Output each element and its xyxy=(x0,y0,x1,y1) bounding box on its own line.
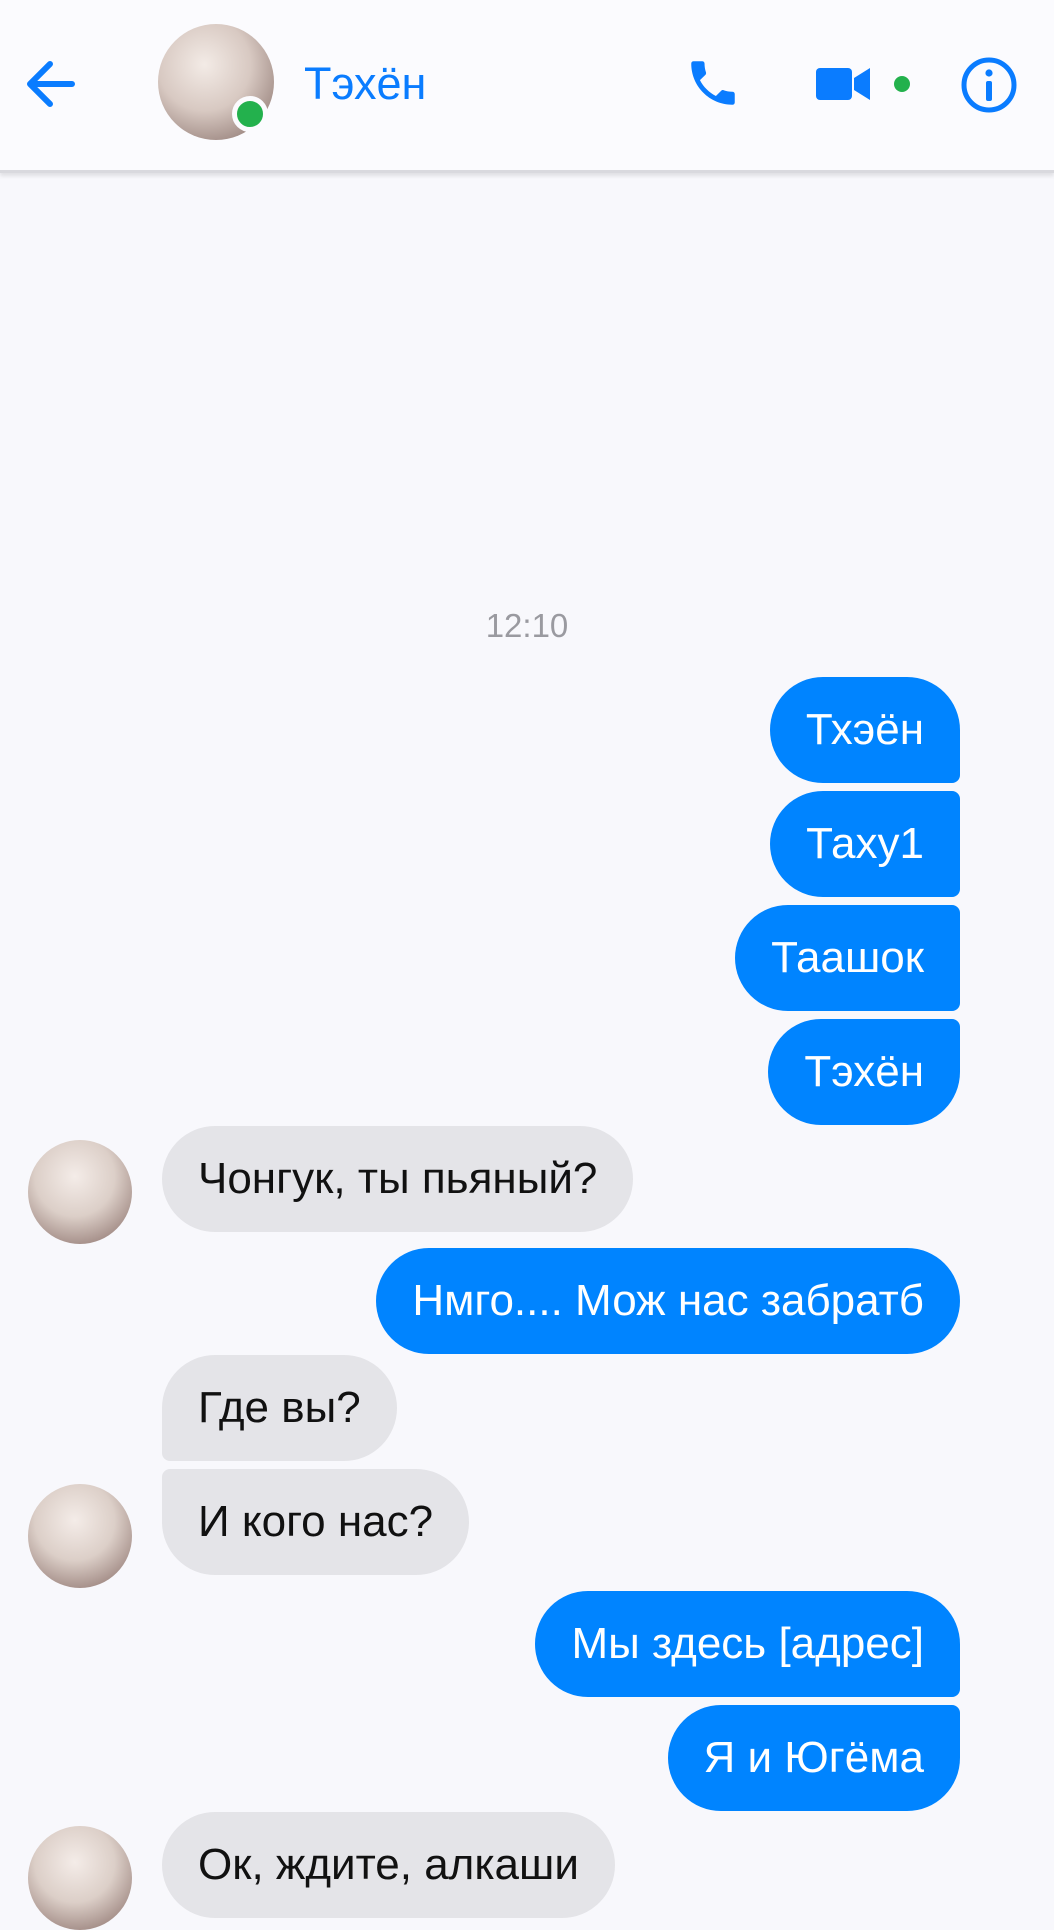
outgoing-message-bubble[interactable]: Тхэён xyxy=(769,677,960,783)
incoming-message-bubble[interactable]: Где вы? xyxy=(162,1355,397,1461)
incoming-message-bubble[interactable]: Ок, ждите, алкаши xyxy=(162,1812,615,1918)
phone-icon[interactable] xyxy=(684,54,742,112)
info-icon[interactable] xyxy=(960,56,1018,114)
chat-header: Тэхён xyxy=(0,0,1054,173)
video-camera-icon[interactable] xyxy=(814,64,872,104)
avatar[interactable] xyxy=(28,1826,132,1930)
contact-avatar[interactable] xyxy=(158,24,274,140)
outgoing-message-bubble[interactable]: Тэхён xyxy=(768,1019,960,1125)
incoming-message-bubble[interactable]: Чонгук, ты пьяный? xyxy=(162,1126,634,1232)
contact-name[interactable]: Тэхён xyxy=(304,58,426,110)
incoming-message-bubble[interactable]: И кого нас? xyxy=(162,1469,470,1575)
outgoing-message-bubble[interactable]: Таашок xyxy=(735,905,960,1011)
online-status-indicator xyxy=(232,96,268,132)
outgoing-message-bubble[interactable]: Мы здесь [адрес] xyxy=(535,1591,960,1697)
avatar[interactable] xyxy=(28,1484,132,1588)
back-arrow-icon[interactable] xyxy=(22,58,82,110)
chat-timestamp: 12:10 xyxy=(485,607,569,644)
outgoing-message-bubble[interactable]: Я и Югёма xyxy=(667,1705,960,1811)
outgoing-message-bubble[interactable]: Таху1 xyxy=(770,791,960,897)
outgoing-message-bubble[interactable]: Нмго.... Мож нас забратб xyxy=(376,1248,960,1354)
video-online-dot xyxy=(894,76,910,92)
avatar[interactable] xyxy=(28,1140,132,1244)
